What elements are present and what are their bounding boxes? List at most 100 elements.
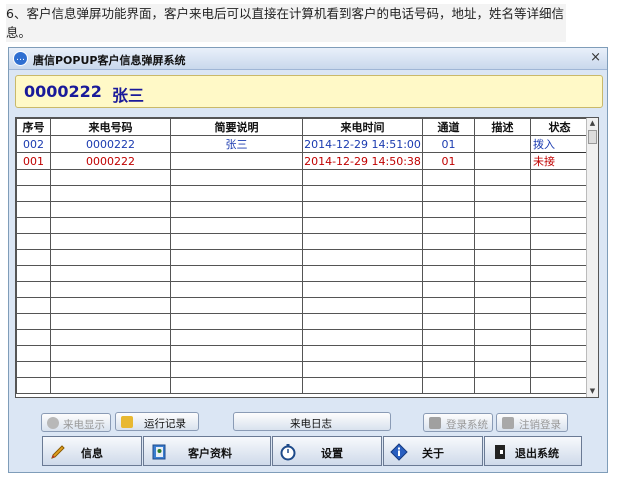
empty-cell (50, 249, 171, 266)
logout-button[interactable]: 注销登录 (496, 413, 568, 432)
empty-cell (50, 217, 171, 234)
empty-cell (422, 265, 475, 282)
empty-cell (16, 313, 51, 330)
close-icon[interactable]: × (590, 50, 601, 65)
logout-label: 注销登录 (519, 419, 561, 431)
empty-cell (422, 281, 475, 298)
empty-cell (530, 169, 589, 186)
empty-table-row (16, 329, 589, 346)
nav-about[interactable]: 关于 (383, 436, 483, 466)
cell-phone: 0000222 (50, 152, 171, 170)
bottom-nav: 信息 客户资料 设置 关于 退出系统 (42, 436, 582, 466)
empty-cell (302, 281, 423, 298)
empty-cell (16, 329, 51, 346)
empty-cell (16, 201, 51, 218)
table-row[interactable]: 001 0000222 2014-12-29 14:50:38 01 未接 (16, 152, 589, 170)
info-diamond-icon (390, 443, 408, 461)
empty-cell (16, 345, 51, 362)
empty-cell (302, 249, 423, 266)
cell-seq: 002 (16, 135, 51, 153)
empty-cell (50, 169, 171, 186)
scroll-up-icon[interactable]: ▲ (587, 118, 598, 129)
empty-cell (16, 377, 51, 394)
cell-summary (170, 152, 303, 170)
col-header-channel[interactable]: 通道 (422, 118, 475, 136)
cell-status: 拨入 (530, 135, 589, 153)
chat-bubble-icon: … (13, 51, 28, 66)
empty-cell (474, 217, 531, 234)
empty-cell (474, 345, 531, 362)
empty-cell (50, 265, 171, 282)
empty-cell (422, 185, 475, 202)
empty-cell (302, 233, 423, 250)
empty-cell (474, 313, 531, 330)
empty-table-row (16, 377, 589, 394)
address-book-icon (152, 444, 166, 460)
col-header-desc[interactable]: 描述 (474, 118, 531, 136)
empty-cell (474, 185, 531, 202)
empty-cell (170, 281, 303, 298)
empty-cell (474, 377, 531, 394)
empty-cell (302, 185, 423, 202)
login-button[interactable]: 登录系统 (423, 413, 493, 432)
empty-cell (422, 249, 475, 266)
empty-cell (422, 361, 475, 378)
col-header-phone[interactable]: 来电号码 (50, 118, 171, 136)
empty-cell (422, 233, 475, 250)
cell-desc (474, 152, 531, 170)
col-header-status[interactable]: 状态 (530, 118, 589, 136)
empty-cell (422, 297, 475, 314)
call-log-button[interactable]: 来电日志 (233, 412, 391, 431)
empty-cell (302, 169, 423, 186)
empty-cell (302, 297, 423, 314)
col-header-seq[interactable]: 序号 (16, 118, 51, 136)
empty-cell (422, 345, 475, 362)
empty-table-row (16, 265, 589, 282)
empty-cell (530, 345, 589, 362)
empty-cell (474, 297, 531, 314)
empty-cell (302, 329, 423, 346)
nav-info[interactable]: 信息 (42, 436, 142, 466)
nav-info-label: 信息 (81, 447, 103, 460)
empty-cell (170, 265, 303, 282)
empty-cell (170, 345, 303, 362)
empty-cell (170, 201, 303, 218)
nav-exit-label: 退出系统 (515, 447, 559, 460)
empty-cell (170, 233, 303, 250)
app-window: … 唐信POPUP客户信息弹屏系统 × 0000222 张三 序号 来电号码 简… (8, 47, 608, 473)
nav-customer-label: 客户资料 (188, 447, 232, 460)
nav-settings[interactable]: 设置 (272, 436, 382, 466)
title-bar: … 唐信POPUP客户信息弹屏系统 × (9, 48, 607, 70)
empty-cell (50, 233, 171, 250)
empty-cell (170, 361, 303, 378)
empty-cell (474, 201, 531, 218)
vertical-scrollbar[interactable]: ▲ ▼ (586, 118, 598, 397)
empty-cell (530, 313, 589, 330)
pencil-icon (51, 445, 65, 459)
empty-table-row (16, 249, 589, 266)
scroll-thumb[interactable] (588, 130, 597, 144)
empty-cell (530, 377, 589, 394)
empty-cell (530, 361, 589, 378)
empty-cell (50, 345, 171, 362)
col-header-time[interactable]: 来电时间 (302, 118, 423, 136)
cell-seq: 001 (16, 152, 51, 170)
scroll-down-icon[interactable]: ▼ (587, 386, 598, 397)
cell-time: 2014-12-29 14:50:38 (302, 152, 423, 170)
run-log-button[interactable]: 运行记录 (115, 412, 199, 431)
nav-customer[interactable]: 客户资料 (143, 436, 271, 466)
login-icon (429, 417, 441, 429)
nav-exit[interactable]: 退出系统 (484, 436, 582, 466)
empty-cell (474, 281, 531, 298)
col-header-summary[interactable]: 简要说明 (170, 118, 303, 136)
empty-cell (302, 313, 423, 330)
caller-display-button[interactable]: 来电显示 (41, 413, 111, 432)
empty-cell (50, 201, 171, 218)
empty-cell (474, 329, 531, 346)
empty-cell (16, 361, 51, 378)
empty-cell (530, 249, 589, 266)
table-row[interactable]: 002 0000222 张三 2014-12-29 14:51:00 01 拨入 (16, 135, 589, 153)
empty-cell (16, 297, 51, 314)
call-log-label: 来电日志 (290, 418, 332, 430)
empty-cell (422, 329, 475, 346)
